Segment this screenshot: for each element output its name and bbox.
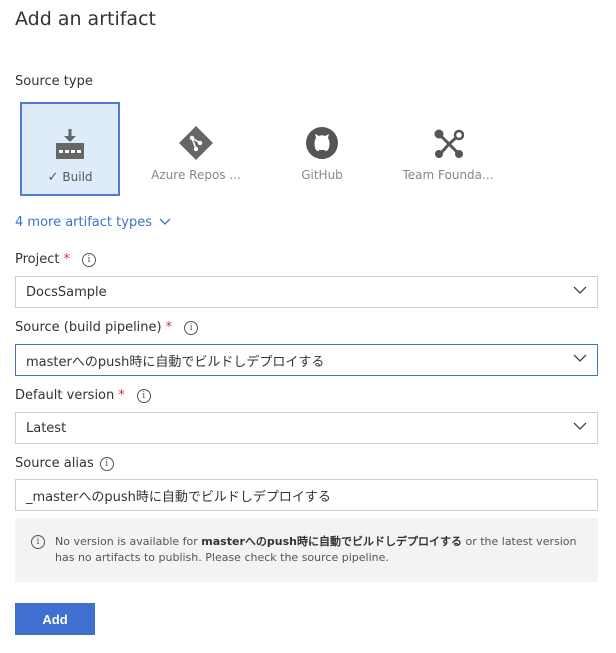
source-type-list: ✓ Build Azure Repos ... GitHub Team Foun… xyxy=(20,102,524,196)
no-version-notice: i No version is available for masterへのpu… xyxy=(15,518,598,582)
default-version-value: Latest xyxy=(26,420,67,436)
info-icon[interactable]: i xyxy=(184,320,199,335)
source-pipeline-value: masterへのpush時に自動でビルドしデプロイする xyxy=(26,354,325,370)
source-type-azure-repos[interactable]: Azure Repos ... xyxy=(146,102,246,196)
source-type-team-foundation-label: Team Founda... xyxy=(402,168,494,182)
source-type-label: Source type xyxy=(15,74,93,89)
chevron-down-icon xyxy=(573,422,587,430)
default-version-label: Default version * i xyxy=(15,388,151,403)
project-select[interactable]: DocsSample xyxy=(15,276,598,308)
required-marker: * xyxy=(165,320,173,335)
more-artifact-types-link[interactable]: 4 more artifact types xyxy=(15,215,171,230)
project-value: DocsSample xyxy=(26,284,107,300)
required-marker: * xyxy=(63,252,70,267)
tfvc-icon xyxy=(431,126,465,160)
notice-text: No version is available for masterへのpush… xyxy=(55,534,586,582)
info-icon[interactable]: i xyxy=(81,252,96,267)
project-label-text: Project xyxy=(15,252,60,267)
source-alias-label-text: Source alias xyxy=(15,456,94,471)
default-version-label-text: Default version xyxy=(15,388,115,403)
required-marker: * xyxy=(118,388,125,403)
source-alias-input[interactable]: _masterへのpush時に自動でビルドしデプロイする xyxy=(15,479,598,511)
source-type-build[interactable]: ✓ Build xyxy=(20,102,120,196)
source-pipeline-select[interactable]: masterへのpush時に自動でビルドしデプロイする xyxy=(15,344,598,376)
source-type-team-foundation[interactable]: Team Founda... xyxy=(398,102,498,196)
project-label: Project * i xyxy=(15,252,96,267)
source-alias-label: Source alias i xyxy=(15,456,114,471)
add-button[interactable]: Add xyxy=(15,603,95,635)
source-type-azure-repos-label: Azure Repos ... xyxy=(151,168,241,182)
source-type-github-label: GitHub xyxy=(301,168,343,182)
more-artifact-types-label: 4 more artifact types xyxy=(15,215,152,230)
source-type-github[interactable]: GitHub xyxy=(272,102,372,196)
source-type-build-label: Build xyxy=(62,170,93,184)
chevron-down-icon xyxy=(573,354,587,362)
source-pipeline-label: Source (build pipeline) * i xyxy=(15,320,199,335)
chevron-down-icon xyxy=(159,218,171,225)
notice-prefix: No version is available for xyxy=(55,535,202,548)
info-icon[interactable]: i xyxy=(99,456,114,471)
git-icon xyxy=(179,126,213,160)
dialog-title: Add an artifact xyxy=(15,8,156,30)
notice-pipeline-name: masterへのpush時に自動でビルドしデプロイする xyxy=(201,535,462,548)
info-icon: i xyxy=(31,535,45,549)
default-version-select[interactable]: Latest xyxy=(15,412,598,444)
github-icon xyxy=(305,126,339,160)
info-icon[interactable]: i xyxy=(136,388,151,403)
build-icon xyxy=(53,128,87,162)
source-alias-value: _masterへのpush時に自動でビルドしデプロイする xyxy=(26,489,331,505)
checkmark-icon: ✓ xyxy=(47,170,59,185)
chevron-down-icon xyxy=(573,286,587,294)
source-pipeline-label-text: Source (build pipeline) xyxy=(15,320,162,335)
